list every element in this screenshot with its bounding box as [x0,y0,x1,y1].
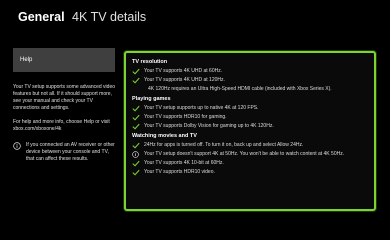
info-icon [13,142,22,163]
detail-text: Your TV supports HDR10 for gaming. [144,114,227,120]
detail-text: Your TV setup doesn't support 4K at 50Hz… [144,151,345,157]
section-title: Watching movies and TV [132,133,197,139]
detail-row: Your TV supports Dolby Vision for gaming… [132,123,368,130]
detail-row: 24Hz for apps is turned off. To turn it … [132,142,368,149]
detail-row: Your TV supports HDR10 for gaming. [132,114,368,121]
detail-text: Your TV supports 4K 10-bit at 60Hz. [144,160,224,166]
detail-row: Your TV setup doesn't support 4K at 50Hz… [132,151,368,158]
detail-text: Your TV supports 4K UHD at 60Hz. [144,68,223,74]
page-header: General 4K TV details [18,9,146,25]
help-description: Your TV setup supports some advanced vid… [13,84,116,111]
section-title: Playing games [132,96,171,102]
notice-text: If you connected an AV receiver or other… [26,142,115,162]
detail-row: Your TV supports 4K 10-bit at 60Hz. [132,160,368,167]
help-sidebar: Help Your TV setup supports some advance… [13,48,115,163]
section-name: General [18,10,65,24]
check-icon [132,77,140,84]
detail-text: 24Hz for apps is turned off. To turn it … [144,142,304,148]
help-button[interactable]: Help [13,48,115,72]
detail-row: Your TV supports 4K UHD at 60Hz. [132,68,368,75]
av-receiver-notice: If you connected an AV receiver or other… [13,142,115,163]
check-icon [132,123,140,130]
page-title: 4K TV details [72,10,147,24]
check-icon [132,105,140,112]
detail-row: Your TV setup supports up to native 4K a… [132,105,368,112]
check-icon [132,114,140,121]
detail-row: 4K 120Hz requires an Ultra High-Speed HD… [144,86,368,93]
detail-row: Your TV supports HDR10 video. [132,169,368,176]
detail-text: Your TV setup supports up to native 4K a… [144,105,259,111]
check-icon [132,160,140,167]
tv-details-panel[interactable]: TV resolution Your TV supports 4K UHD at … [124,51,376,211]
detail-text: Your TV supports Dolby Vision for gaming… [144,123,274,129]
help-button-label: Help [20,57,33,63]
detail-row: Your TV supports 4K UHD at 120Hz. [132,77,368,84]
info-icon [132,151,140,158]
check-icon [132,169,140,176]
check-icon [132,68,140,75]
tv-details-screen: General 4K TV details Help Your TV setup… [0,0,390,219]
help-link-text: For help and more info, choose Help or v… [13,119,110,132]
detail-text: 4K 120Hz requires an Ultra High-Speed HD… [148,86,332,92]
check-icon [132,142,140,149]
detail-text: Your TV supports HDR10 video. [144,169,215,175]
detail-text: Your TV supports 4K UHD at 120Hz. [144,77,225,83]
section-title: TV resolution [132,59,168,65]
